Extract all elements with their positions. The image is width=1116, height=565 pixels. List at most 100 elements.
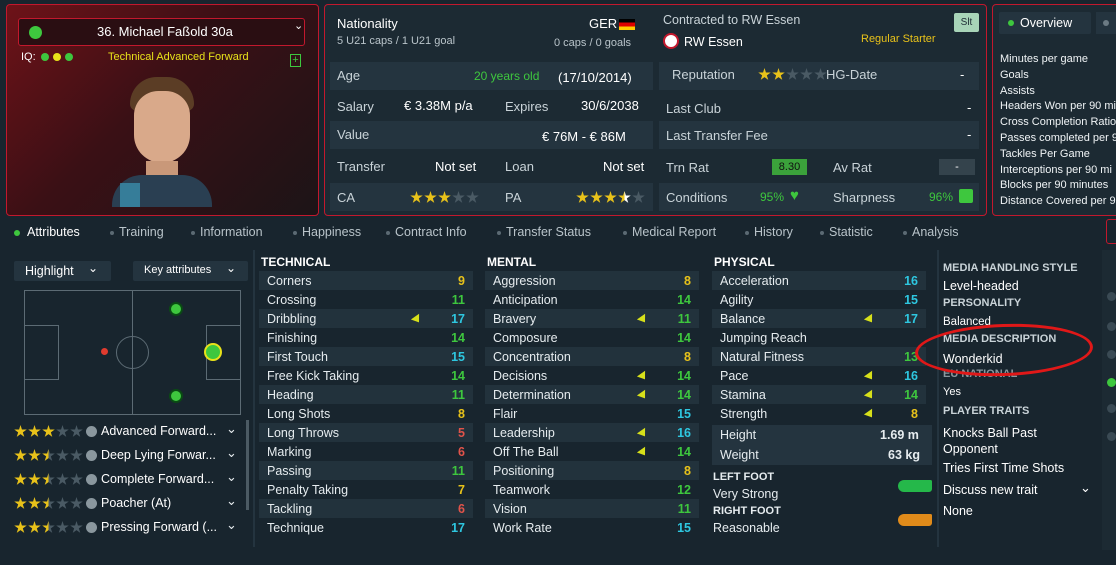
attribute-name: Positioning xyxy=(493,463,555,478)
attribute-row[interactable]: Concentration 8 xyxy=(493,347,691,366)
av-rat-value: - xyxy=(939,159,975,175)
attribute-name: Aggression xyxy=(493,273,556,288)
attribute-name: Jumping Reach xyxy=(720,330,807,345)
star-icon xyxy=(14,449,27,461)
attribute-row[interactable]: Teamwork 12 xyxy=(493,480,691,499)
attribute-name: Anticipation xyxy=(493,292,558,307)
attribute-row[interactable]: Natural Fitness 13 xyxy=(720,347,918,366)
tab-analysis[interactable]: Analysis xyxy=(912,225,959,239)
add-icon[interactable]: + xyxy=(290,54,301,67)
attribute-row[interactable]: Stamina 14 xyxy=(720,385,918,404)
role-row[interactable]: Poacher (At) ⌄ xyxy=(14,492,244,516)
attribute-row[interactable]: Passing 11 xyxy=(267,461,465,480)
role-stars xyxy=(14,473,84,489)
attribute-name: First Touch xyxy=(267,349,328,364)
attribute-row[interactable]: Long Shots 8 xyxy=(267,404,465,423)
attribute-row[interactable]: Leadership 16 xyxy=(493,423,691,442)
tab-history[interactable]: History xyxy=(754,225,793,239)
attribute-row[interactable]: Balance 17 xyxy=(720,309,918,328)
attribute-value: 16 xyxy=(677,425,691,440)
right-edge-control[interactable] xyxy=(1106,219,1116,244)
chevron-down-icon[interactable]: ⌄ xyxy=(226,421,237,437)
attribute-row[interactable]: Corners 9 xyxy=(267,271,465,290)
discuss-trait-dropdown[interactable]: Discuss new trait xyxy=(943,483,1037,497)
attribute-row[interactable]: Marking 6 xyxy=(267,442,465,461)
overview-stat-label: Distance Covered per 9 xyxy=(1000,195,1116,208)
attribute-row[interactable]: First Touch 15 xyxy=(267,347,465,366)
info-icon xyxy=(86,450,97,461)
chevron-down-icon[interactable]: ⌄ xyxy=(1080,480,1091,496)
attribute-name: Decisions xyxy=(493,368,548,383)
attribute-value: 14 xyxy=(677,330,691,345)
attribute-row[interactable]: Dribbling 17 xyxy=(267,309,465,328)
edge-dot xyxy=(1107,432,1116,441)
senior-caps: 0 caps / 0 goals xyxy=(554,37,632,49)
attribute-row[interactable]: Technique 17 xyxy=(267,518,465,537)
attribute-row[interactable]: Jumping Reach xyxy=(720,328,918,347)
attribute-row[interactable]: Tackling 6 xyxy=(267,499,465,518)
tab-attributes[interactable]: Attributes xyxy=(27,225,80,239)
star-icon xyxy=(70,497,83,509)
attribute-name: Agility xyxy=(720,292,754,307)
star-icon xyxy=(56,473,69,485)
chevron-down-icon[interactable]: ⌄ xyxy=(226,445,237,461)
attribute-row[interactable]: Pace 16 xyxy=(720,366,918,385)
role-row[interactable]: Complete Forward... ⌄ xyxy=(14,468,244,492)
attribute-row[interactable]: Acceleration 16 xyxy=(720,271,918,290)
chevron-down-icon[interactable]: ⌄ xyxy=(226,469,237,485)
physical-heading: PHYSICAL xyxy=(714,255,775,269)
attribute-row[interactable]: Positioning 8 xyxy=(493,461,691,480)
attribute-value: 11 xyxy=(677,311,691,326)
attribute-row[interactable]: Crossing 11 xyxy=(267,290,465,309)
attribute-row[interactable]: Aggression 8 xyxy=(493,271,691,290)
slt-button[interactable]: Slt xyxy=(954,13,979,32)
tab-medical-report[interactable]: Medical Report xyxy=(632,225,716,239)
attribute-value: 11 xyxy=(451,387,465,402)
role-row[interactable]: Pressing Forward (... ⌄ xyxy=(14,516,244,540)
attribute-row[interactable]: Strength 8 xyxy=(720,404,918,423)
role-row[interactable]: Advanced Forward... ⌄ xyxy=(14,420,244,444)
tab-information[interactable]: Information xyxy=(200,225,263,239)
tab-training[interactable]: Training xyxy=(119,225,164,239)
attribute-row[interactable]: Anticipation 14 xyxy=(493,290,691,309)
tab-contract-info[interactable]: Contract Info xyxy=(395,225,467,239)
attribute-row[interactable]: Determination 14 xyxy=(493,385,691,404)
attribute-row[interactable]: Flair 15 xyxy=(493,404,691,423)
role-row[interactable]: Deep Lying Forwar... ⌄ xyxy=(14,444,244,468)
attribute-value: 11 xyxy=(677,501,691,516)
attribute-row[interactable]: Bravery 11 xyxy=(493,309,691,328)
roles-scrollbar[interactable] xyxy=(246,420,249,510)
attribute-row[interactable]: Composure 14 xyxy=(493,328,691,347)
chevron-down-icon[interactable]: ⌄ xyxy=(226,517,237,533)
right-boot-icon xyxy=(898,514,932,526)
attribute-value: 14 xyxy=(451,368,465,383)
attribute-row[interactable]: Agility 15 xyxy=(720,290,918,309)
club-name[interactable]: RW Essen xyxy=(684,35,743,49)
attribute-row[interactable]: Heading 11 xyxy=(267,385,465,404)
height-value: 1.69 m xyxy=(880,428,919,442)
attribute-row[interactable]: Free Kick Taking 14 xyxy=(267,366,465,385)
role-stars xyxy=(14,449,84,465)
chevron-down-icon[interactable]: ⌄ xyxy=(226,493,237,509)
chevron-down-icon[interactable]: ⌄ xyxy=(294,19,303,32)
attribute-row[interactable]: Work Rate 15 xyxy=(493,518,691,537)
attribute-row[interactable]: Penalty Taking 7 xyxy=(267,480,465,499)
info-icon xyxy=(86,474,97,485)
tab-happiness[interactable]: Happiness xyxy=(302,225,361,239)
conditions-label: Conditions xyxy=(666,190,728,205)
iq-dot-1 xyxy=(41,53,49,61)
attribute-name: Balance xyxy=(720,311,766,326)
player-name: 36. Michael Faßold 30a xyxy=(97,24,233,39)
reputation-stars xyxy=(758,68,828,84)
tab-transfer-status[interactable]: Transfer Status xyxy=(506,225,591,239)
star-icon xyxy=(70,425,83,437)
attribute-row[interactable]: Decisions 14 xyxy=(493,366,691,385)
attribute-value: 14 xyxy=(677,292,691,307)
tab-statistic[interactable]: Statistic xyxy=(829,225,873,239)
attribute-row[interactable]: Off The Ball 14 xyxy=(493,442,691,461)
attribute-row[interactable]: Long Throws 5 xyxy=(267,423,465,442)
attribute-row[interactable]: Vision 11 xyxy=(493,499,691,518)
right-foot-value: Reasonable xyxy=(713,521,780,535)
highlight-label: Highlight xyxy=(25,264,74,278)
attribute-row[interactable]: Finishing 14 xyxy=(267,328,465,347)
